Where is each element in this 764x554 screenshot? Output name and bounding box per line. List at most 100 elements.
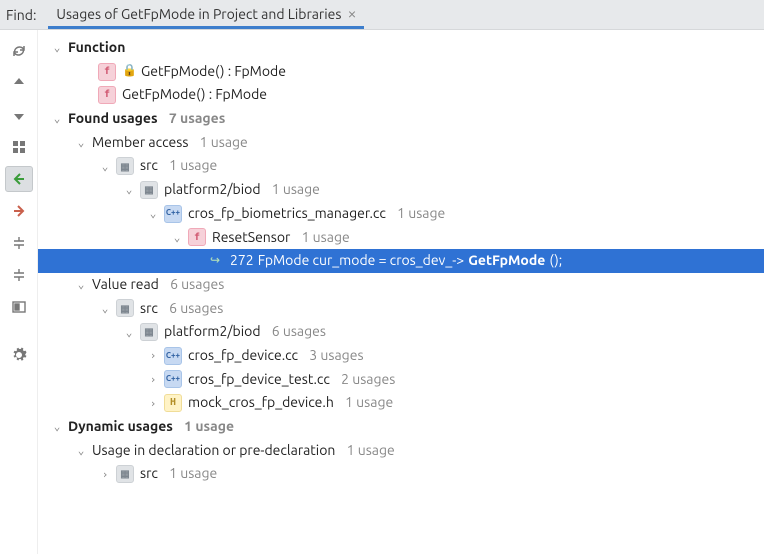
chevron-right-icon[interactable]: ›	[146, 347, 160, 364]
folder-label: src	[140, 463, 158, 485]
folder-label: platform2/biod	[164, 321, 261, 343]
value-read-node[interactable]: ⌄ Value read 6 usages	[38, 273, 764, 297]
usage-count: 1 usage	[184, 416, 234, 438]
folder-icon: ▦	[116, 299, 134, 317]
folder-label: src	[140, 298, 158, 320]
group-label: Function	[68, 37, 125, 59]
line-number: 272	[230, 250, 254, 272]
usage-count: 1 usage	[169, 463, 217, 485]
refresh-button[interactable]	[5, 38, 33, 64]
usages-tree[interactable]: ⌄ Function f 🔒 GetFpMode() : FpMode f Ge…	[38, 30, 764, 554]
show-write-access-button[interactable]	[5, 198, 33, 224]
member-access-node[interactable]: ⌄ Member access 1 usage	[38, 131, 764, 155]
signature-label: GetFpMode() : FpMode	[141, 61, 286, 83]
preview-button[interactable]	[5, 294, 33, 320]
usage-count: 3 usages	[309, 345, 363, 367]
folder-icon: ▦	[116, 157, 134, 175]
function-icon: f	[98, 63, 116, 81]
find-header: Find: Usages of GetFpMode in Project and…	[0, 0, 764, 30]
folder-icon: ▦	[140, 323, 158, 341]
header-file-icon: H	[164, 394, 182, 412]
file-node[interactable]: › C++ cros_fp_device_test.cc 2 usages	[38, 368, 764, 392]
collapse-all-button[interactable]	[5, 262, 33, 288]
function-node[interactable]: ⌄ f ResetSensor 1 usage	[38, 226, 764, 250]
chevron-down-icon[interactable]: ⌄	[122, 324, 136, 341]
folder-icon: ▦	[116, 465, 134, 483]
show-read-access-button[interactable]	[5, 166, 33, 192]
find-tab[interactable]: Usages of GetFpMode in Project and Libra…	[48, 1, 364, 29]
usage-count: 1 usage	[169, 155, 217, 177]
group-label: Dynamic usages	[68, 416, 173, 438]
usage-count: 1 usage	[302, 227, 350, 249]
find-label: Find:	[6, 7, 36, 23]
folder-label: platform2/biod	[164, 179, 261, 201]
usage-count: 6 usages	[169, 298, 223, 320]
found-usages-node[interactable]: ⌄ Found usages 7 usages	[38, 107, 764, 131]
prev-occurrence-button[interactable]	[5, 70, 33, 96]
cpp-file-icon: C++	[164, 370, 182, 388]
usage-count: 7 usages	[169, 108, 226, 130]
code-post: ();	[549, 250, 562, 272]
chevron-right-icon[interactable]: ›	[146, 371, 160, 388]
usage-count: 6 usages	[272, 321, 326, 343]
file-node[interactable]: › H mock_cros_fp_device.h 1 usage	[38, 391, 764, 415]
function-label: ResetSensor	[212, 227, 290, 249]
chevron-down-icon[interactable]: ⌄	[98, 158, 112, 175]
src-folder-node[interactable]: ⌄ ▦ src 1 usage	[38, 154, 764, 178]
side-toolbar	[0, 30, 38, 554]
folder-icon: ▦	[140, 181, 158, 199]
expand-all-button[interactable]	[5, 230, 33, 256]
usage-count: 1 usage	[345, 392, 393, 414]
src-folder-node[interactable]: ⌄ ▦ src 6 usages	[38, 297, 764, 321]
chevron-down-icon[interactable]: ⌄	[146, 205, 160, 222]
code-match: GetFpMode	[468, 250, 545, 272]
tab-title: Usages of GetFpMode in Project and Libra…	[56, 6, 341, 22]
group-label: Found usages	[68, 108, 158, 130]
group-by-button[interactable]	[5, 134, 33, 160]
biod-folder-node[interactable]: ⌄ ▦ platform2/biod 6 usages	[38, 320, 764, 344]
chevron-down-icon[interactable]: ⌄	[170, 229, 184, 246]
chevron-down-icon[interactable]: ⌄	[74, 442, 88, 459]
cpp-file-icon: C++	[164, 347, 182, 365]
chevron-down-icon[interactable]: ⌄	[50, 110, 64, 127]
chevron-down-icon[interactable]: ⌄	[74, 134, 88, 151]
usage-count: 1 usage	[272, 179, 320, 201]
folder-label: src	[140, 155, 158, 177]
declaration-usage-node[interactable]: ⌄ Usage in declaration or pre-declaratio…	[38, 439, 764, 463]
group-label: Member access	[92, 132, 188, 154]
function-icon: f	[188, 228, 206, 246]
function-group-node[interactable]: ⌄ Function	[38, 36, 764, 60]
file-label: cros_fp_device_test.cc	[188, 369, 330, 391]
file-node[interactable]: › C++ cros_fp_device.cc 3 usages	[38, 344, 764, 368]
close-icon[interactable]: ×	[347, 6, 356, 22]
biod-folder-node[interactable]: ⌄ ▦ platform2/biod 1 usage	[38, 178, 764, 202]
chevron-right-icon[interactable]: ›	[146, 395, 160, 412]
next-occurrence-button[interactable]	[5, 102, 33, 128]
chevron-right-icon[interactable]: ›	[98, 466, 112, 483]
usage-count: 6 usages	[170, 274, 224, 296]
usage-count: 1 usage	[397, 203, 445, 225]
chevron-down-icon[interactable]: ⌄	[50, 418, 64, 435]
dynamic-usages-node[interactable]: ⌄ Dynamic usages 1 usage	[38, 415, 764, 439]
return-arrow-icon: ↪	[210, 252, 226, 271]
chevron-down-icon[interactable]: ⌄	[50, 39, 64, 56]
file-label: cros_fp_device.cc	[188, 345, 298, 367]
file-label: mock_cros_fp_device.h	[188, 392, 334, 414]
file-node[interactable]: ⌄ C++ cros_fp_biometrics_manager.cc 1 us…	[38, 202, 764, 226]
chevron-down-icon[interactable]: ⌄	[74, 276, 88, 293]
usage-count: 1 usage	[200, 132, 248, 154]
group-label: Usage in declaration or pre-declaration	[92, 440, 335, 462]
usage-count: 1 usage	[347, 440, 395, 462]
group-label: Value read	[92, 274, 159, 296]
function-signature-node[interactable]: f 🔒 GetFpMode() : FpMode	[38, 60, 764, 84]
settings-button[interactable]	[5, 342, 33, 368]
signature-label: GetFpMode() : FpMode	[122, 84, 267, 106]
src-folder-node[interactable]: › ▦ src 1 usage	[38, 462, 764, 486]
chevron-down-icon[interactable]: ⌄	[122, 181, 136, 198]
lock-icon: 🔒	[122, 62, 137, 81]
cpp-file-icon: C++	[164, 205, 182, 223]
function-signature-node[interactable]: f GetFpMode() : FpMode	[38, 83, 764, 107]
usage-line-node[interactable]: ↪ 272 FpMode cur_mode = cros_dev_->GetFp…	[38, 249, 764, 273]
usage-count: 2 usages	[341, 369, 395, 391]
chevron-down-icon[interactable]: ⌄	[98, 300, 112, 317]
